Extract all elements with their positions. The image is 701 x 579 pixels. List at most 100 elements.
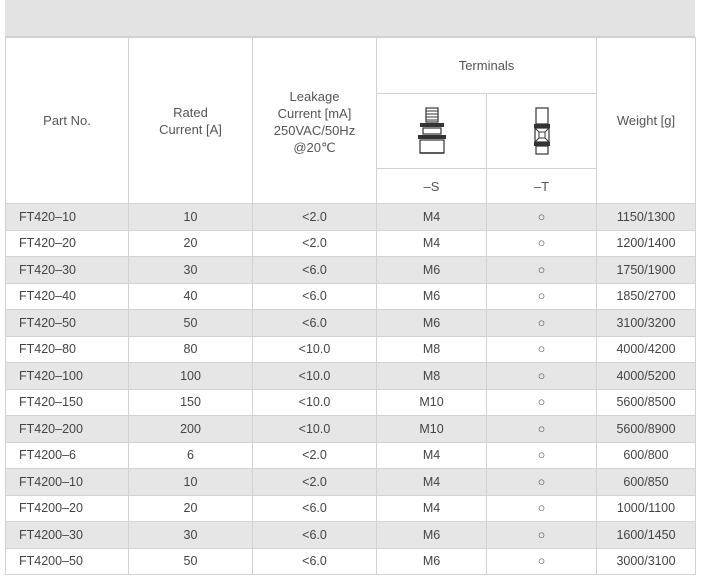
cell-weight: 1000/1100 [596,494,696,522]
cell-rated-current: 30 [128,521,253,549]
cell-terminal-s: M6 [376,256,487,284]
cell-terminal-s: M8 [376,335,487,363]
table-row: FT420–200 200 <10.0 M10 ○ 5600/8900 [5,415,696,443]
cell-rated-current: 50 [128,547,253,575]
table-row: FT420–30 30 <6.0 M6 ○ 1750/1900 [5,256,696,284]
table-row: FT420–50 50 <6.0 M6 ○ 3100/3200 [5,309,696,337]
col-header-weight: Weight [g] [596,37,696,204]
cell-weight: 3000/3100 [596,547,696,575]
cell-leakage: <6.0 [252,282,377,310]
cell-terminal-s: M4 [376,229,487,257]
cell-part-no: FT420–20 [5,229,129,257]
rated-line-2: Current [A] [159,121,222,137]
cell-terminal-s: M6 [376,547,487,575]
cell-weight: 4000/5200 [596,362,696,390]
cell-terminal-t: ○ [486,521,597,549]
cell-leakage: <6.0 [252,521,377,549]
cell-part-no: FT4200–20 [5,494,129,522]
cell-terminal-s: M4 [376,441,487,469]
col-header-leakage: Leakage Current [mA] 250VAC/50Hz @20℃ [252,37,377,204]
cell-terminal-s: M6 [376,309,487,337]
table-row: FT420–150 150 <10.0 M10 ○ 5600/8500 [5,388,696,416]
cell-part-no: FT4200–50 [5,547,129,575]
stud-bolt-terminal-icon [417,107,446,154]
terminal-t-image [486,93,597,169]
cell-part-no: FT420–100 [5,362,129,390]
cell-leakage: <2.0 [252,203,377,231]
cell-terminal-t: ○ [486,256,597,284]
cell-part-no: FT420–30 [5,256,129,284]
cell-leakage: <6.0 [252,309,377,337]
cell-leakage: <2.0 [252,229,377,257]
cell-terminal-s: M6 [376,521,487,549]
col-header-rated-current: Rated Current [A] [128,37,253,204]
cell-weight: 600/850 [596,468,696,496]
cell-rated-current: 6 [128,441,253,469]
table-row: FT4200–6 6 <2.0 M4 ○ 600/800 [5,441,696,469]
cell-terminal-s: M4 [376,494,487,522]
header-bar [5,0,695,37]
table-row: FT420–10 10 <2.0 M4 ○ 1150/1300 [5,203,696,231]
faston-tab-terminal-icon [533,107,550,155]
cell-terminal-s: M4 [376,203,487,231]
cell-part-no: FT420–200 [5,415,129,443]
cell-leakage: <10.0 [252,335,377,363]
cell-part-no: FT420–50 [5,309,129,337]
cell-terminal-t: ○ [486,335,597,363]
table-row: FT420–100 100 <10.0 M8 ○ 4000/5200 [5,362,696,390]
cell-rated-current: 30 [128,256,253,284]
cell-terminal-t: ○ [486,547,597,575]
rated-line-1: Rated [173,104,208,120]
cell-terminal-t: ○ [486,229,597,257]
cell-terminal-t: ○ [486,494,597,522]
col-header-part-no: Part No. [5,37,129,204]
cell-rated-current: 80 [128,335,253,363]
cell-rated-current: 20 [128,494,253,522]
cell-rated-current: 50 [128,309,253,337]
cell-weight: 1600/1450 [596,521,696,549]
spec-table: Part No. Rated Current [A] Leakage Curre… [5,37,696,575]
table-row: FT420–20 20 <2.0 M4 ○ 1200/1400 [5,229,696,257]
cell-terminal-t: ○ [486,282,597,310]
cell-weight: 5600/8900 [596,415,696,443]
col-header-terminal-s: –S [376,168,487,204]
cell-weight: 5600/8500 [596,388,696,416]
table-row: FT4200–50 50 <6.0 M6 ○ 3000/3100 [5,547,696,575]
cell-terminal-t: ○ [486,441,597,469]
cell-rated-current: 10 [128,203,253,231]
cell-terminal-t: ○ [486,468,597,496]
cell-terminal-s: M8 [376,362,487,390]
col-header-terminals: Terminals [376,37,597,94]
cell-rated-current: 200 [128,415,253,443]
table-body: FT420–10 10 <2.0 M4 ○ 1150/1300 FT420–20 20 <2.0… [5,203,696,575]
leakage-line-2: Current [mA] [277,106,352,121]
leakage-line-3: 250VAC/50Hz [273,123,356,138]
table-row: FT4200–10 10 <2.0 M4 ○ 600/850 [5,468,696,496]
cell-weight: 3100/3200 [596,309,696,337]
cell-terminal-s: M10 [376,415,487,443]
cell-leakage: <2.0 [252,441,377,469]
cell-weight: 4000/4200 [596,335,696,363]
cell-weight: 600/800 [596,441,696,469]
cell-part-no: FT420–150 [5,388,129,416]
cell-rated-current: 150 [128,388,253,416]
cell-weight: 1850/2700 [596,282,696,310]
col-header-terminal-t: –T [486,168,597,204]
cell-rated-current: 20 [128,229,253,257]
cell-leakage: <10.0 [252,362,377,390]
cell-leakage: <6.0 [252,547,377,575]
cell-weight: 1150/1300 [596,203,696,231]
cell-terminal-s: M10 [376,388,487,416]
terminal-s-image [376,93,487,169]
leakage-line-1: Leakage [289,89,340,104]
cell-terminal-t: ○ [486,415,597,443]
leakage-line-4: @20℃ [293,140,336,155]
cell-rated-current: 40 [128,282,253,310]
cell-leakage: <10.0 [252,415,377,443]
cell-leakage: <10.0 [252,388,377,416]
cell-weight: 1750/1900 [596,256,696,284]
cell-part-no: FT4200–6 [5,441,129,469]
cell-leakage: <6.0 [252,494,377,522]
cell-rated-current: 10 [128,468,253,496]
table-row: FT420–80 80 <10.0 M8 ○ 4000/4200 [5,335,696,363]
